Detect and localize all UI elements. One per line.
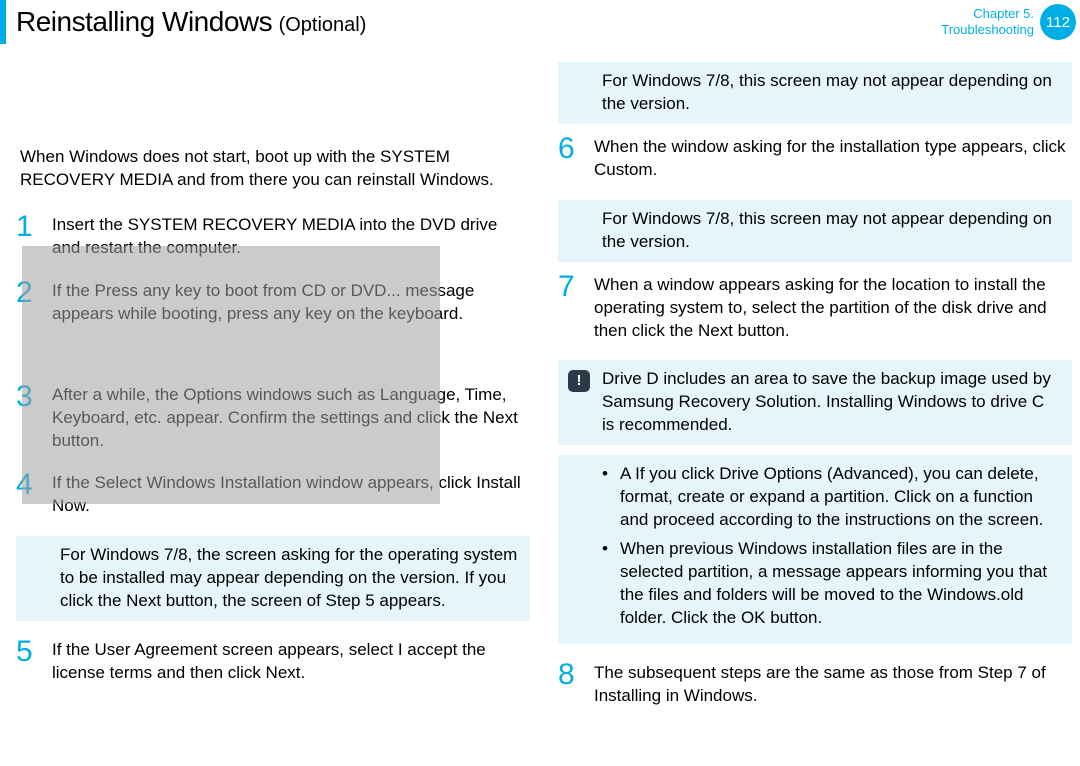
step-body: Insert the SYSTEM RECOVERY MEDIA into th… — [52, 212, 530, 260]
step-8: 8 The subsequent steps are the same as t… — [550, 660, 1072, 708]
step-body: If the Select Windows Installation windo… — [52, 470, 530, 518]
step-body: When a window appears asking for the loc… — [594, 272, 1072, 343]
step-7: 7 When a window appears asking for the l… — [550, 272, 1072, 343]
chapter-info: Chapter 5. Troubleshooting — [941, 6, 1034, 37]
note-after-step-4: For Windows 7/8, the screen asking for t… — [16, 536, 530, 621]
step-number: 7 — [558, 272, 584, 343]
step-number: 2 — [16, 278, 42, 326]
bullet-note-step-7: • A If you click Drive Options (Advanced… — [558, 455, 1072, 644]
content-columns: When Windows does not start, boot up wit… — [0, 56, 1080, 726]
step-body: After a while, the Options windows such … — [52, 382, 530, 453]
step-number: 3 — [16, 382, 42, 453]
chapter-line-1: Chapter 5. — [941, 6, 1034, 22]
step-6: 6 When the window asking for the install… — [550, 134, 1072, 182]
step-5: 5 If the User Agreement screen appears, … — [8, 637, 530, 685]
bullet-item: • A If you click Drive Options (Advanced… — [602, 463, 1060, 532]
step-1: 1 Insert the SYSTEM RECOVERY MEDIA into … — [8, 212, 530, 260]
intro-text: When Windows does not start, boot up wit… — [8, 146, 530, 192]
note-after-step-6: For Windows 7/8, this screen may not app… — [558, 200, 1072, 262]
warning-text: Drive D includes an area to save the bac… — [602, 369, 1051, 434]
page-number-badge: 112 — [1040, 4, 1076, 40]
page-header: Reinstalling Windows (Optional) Chapter … — [0, 0, 1080, 56]
bullet-text: When previous Windows installation ﬁles … — [620, 538, 1060, 630]
warning-icon: ! — [568, 370, 590, 392]
step-number: 5 — [16, 637, 42, 685]
left-column: When Windows does not start, boot up wit… — [8, 56, 530, 726]
step-number: 8 — [558, 660, 584, 708]
right-column: For Windows 7/8, this screen may not app… — [550, 56, 1072, 726]
page-subtitle: (Optional) — [279, 14, 367, 36]
page-number: 112 — [1046, 14, 1070, 31]
step-number: 4 — [16, 470, 42, 518]
step-body: The subsequent steps are the same as tho… — [594, 660, 1072, 708]
step-body: When the window asking for the installat… — [594, 134, 1072, 182]
bullet-item: • When previous Windows installation ﬁle… — [602, 538, 1060, 630]
title-area: Reinstalling Windows (Optional) — [16, 6, 366, 38]
bullet-text: A If you click Drive Options (Advanced),… — [620, 463, 1060, 532]
note-after-step-5: For Windows 7/8, this screen may not app… — [558, 62, 1072, 124]
bullet-icon: • — [602, 463, 612, 532]
warning-note-step-7: ! Drive D includes an area to save the b… — [558, 360, 1072, 445]
step-body: If the User Agreement screen appears, se… — [52, 637, 530, 685]
bullet-icon: • — [602, 538, 612, 630]
step-number: 1 — [16, 212, 42, 260]
page-title: Reinstalling Windows — [16, 6, 272, 37]
chapter-line-2: Troubleshooting — [941, 22, 1034, 38]
step-4: 4 If the Select Windows Installation win… — [8, 470, 530, 518]
step-3: 3 After a while, the Options windows suc… — [8, 382, 530, 453]
step-body: If the Press any key to boot from CD or … — [52, 278, 530, 326]
step-number: 6 — [558, 134, 584, 182]
step-2: 2 If the Press any key to boot from CD o… — [8, 278, 530, 326]
header-accent-bar — [0, 0, 6, 44]
